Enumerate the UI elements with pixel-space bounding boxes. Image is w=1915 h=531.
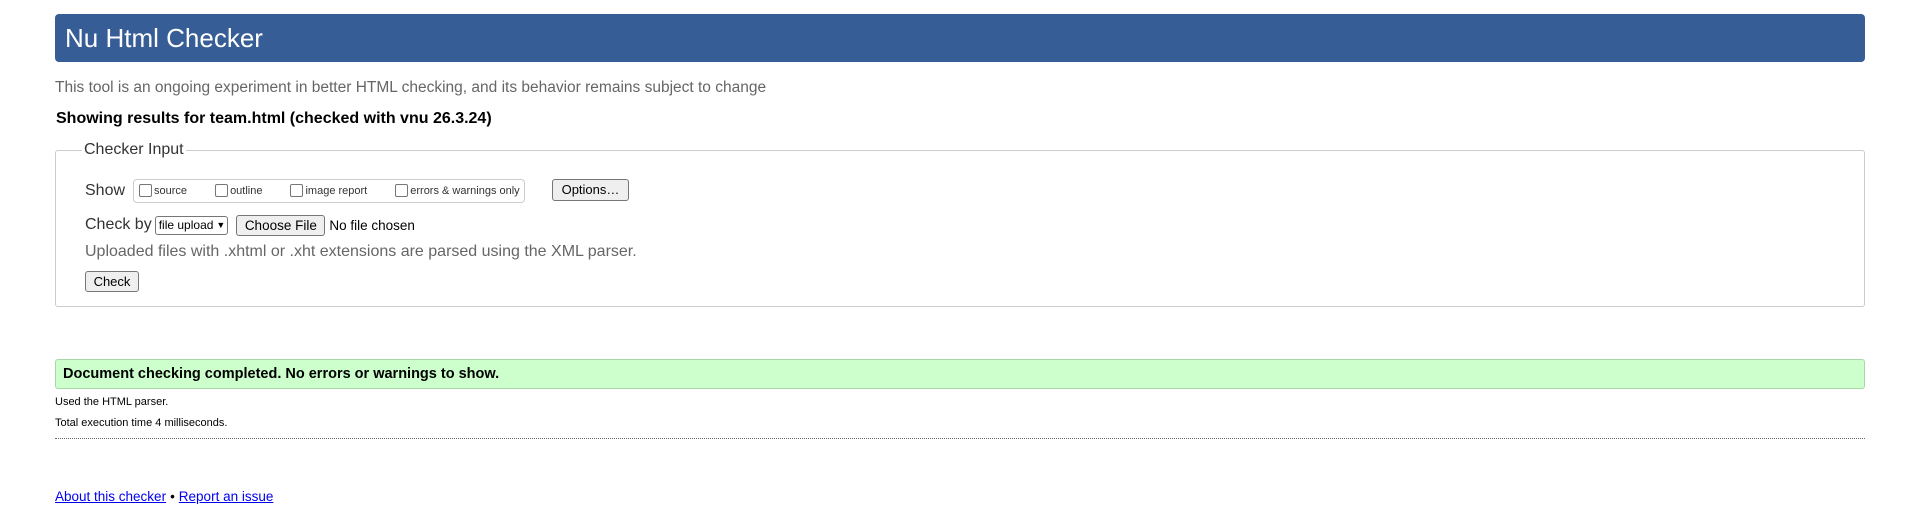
divider	[55, 438, 1865, 439]
page: Nu Html Checker This tool is an ongoing …	[0, 0, 1915, 531]
check-by-row: Check by file upload ▼ Choose File No fi…	[85, 214, 415, 236]
show-image-report-label: image report	[305, 185, 368, 197]
results-heading: Showing results for team.html (checked w…	[56, 110, 492, 127]
check-by-selected-value: file upload	[158, 218, 214, 232]
checker-input-fieldset: Checker Input Show source outline image …	[55, 141, 1865, 307]
report-issue-link[interactable]: Report an issue	[179, 489, 274, 504]
show-errors-warnings-only-label: errors & warnings only	[410, 185, 520, 197]
check-by-label: Check by	[85, 216, 152, 233]
execution-time: Total execution time 4 milliseconds.	[55, 417, 228, 429]
show-image-report-checkbox[interactable]	[290, 183, 304, 197]
about-checker-link[interactable]: About this checker	[55, 489, 166, 504]
show-outline-label: outline	[230, 185, 263, 197]
header-banner: Nu Html Checker	[55, 14, 1865, 62]
show-source-option[interactable]: source	[137, 183, 188, 198]
check-button[interactable]: Check	[85, 271, 139, 292]
show-options-row: Show source outline image report errors …	[85, 178, 525, 204]
no-file-chosen-text: No file chosen	[329, 217, 415, 233]
show-errors-warnings-only-option[interactable]: errors & warnings only	[393, 183, 520, 198]
choose-file-button[interactable]: Choose File	[236, 214, 326, 236]
show-label: Show	[85, 182, 126, 199]
show-options-group: source outline image report errors & war…	[133, 179, 525, 203]
checker-input-legend: Checker Input	[82, 141, 186, 159]
page-title: Nu Html Checker	[65, 23, 263, 53]
check-by-select[interactable]: file upload ▼	[154, 215, 229, 235]
show-outline-checkbox[interactable]	[215, 183, 229, 197]
upload-note: Uploaded files with .xhtml or .xht exten…	[85, 243, 637, 260]
intro-text: This tool is an ongoing experiment in be…	[55, 79, 767, 96]
footer-separator: •	[170, 489, 175, 504]
success-message: Document checking completed. No errors o…	[55, 359, 1865, 389]
show-outline-option[interactable]: outline	[213, 183, 263, 198]
show-source-label: source	[154, 185, 188, 197]
options-button[interactable]: Options…	[552, 179, 629, 201]
show-image-report-option[interactable]: image report	[288, 183, 368, 198]
parser-note: Used the HTML parser.	[55, 396, 169, 408]
show-errors-warnings-only-checkbox[interactable]	[395, 183, 409, 197]
footer: About this checker • Report an issue	[55, 489, 273, 504]
show-source-checkbox[interactable]	[139, 183, 153, 197]
chevron-down-icon: ▼	[216, 220, 226, 230]
